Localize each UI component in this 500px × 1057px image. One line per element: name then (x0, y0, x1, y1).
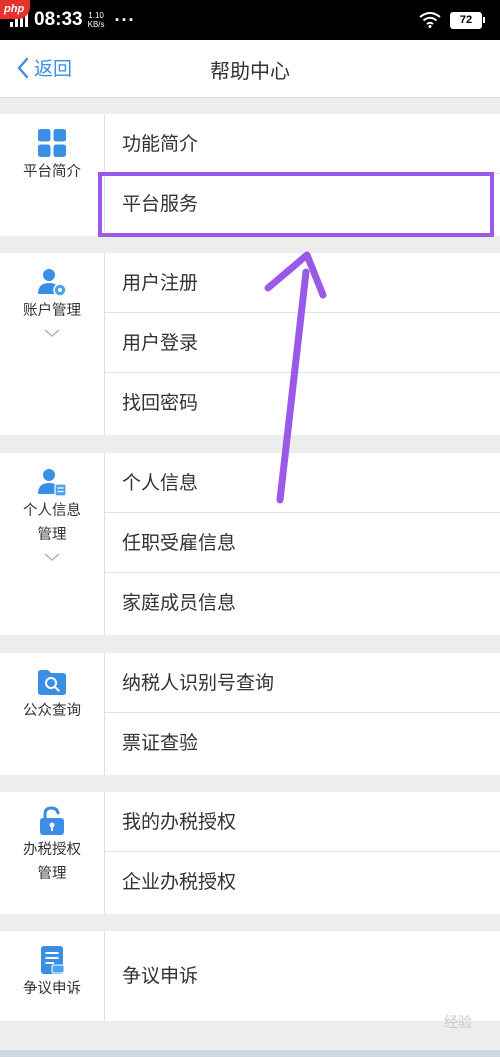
jingyan-watermark: 经验 (444, 1015, 472, 1031)
list-item-invoice-verify[interactable]: 票证查验 (105, 713, 500, 773)
status-right: 72 (419, 8, 485, 32)
item-list: 功能简介 平台服务 (105, 114, 500, 234)
group-account-management: 账户管理 用户注册 用户登录 找回密码 (0, 253, 500, 435)
list-item-feature-intro[interactable]: 功能简介 (105, 114, 500, 174)
group-dispute-appeal: 争议申诉 争议申诉 (0, 931, 500, 1021)
category-personal-info[interactable]: 个人信息 管理 (0, 453, 105, 635)
category-platform-intro[interactable]: 平台简介 (0, 114, 105, 236)
list-item-my-tax-authorization[interactable]: 我的办税授权 (105, 792, 500, 852)
group-platform-intro: 平台简介 功能简介 平台服务 (0, 114, 500, 236)
category-account-management[interactable]: 账户管理 (0, 253, 105, 435)
list-item-user-register[interactable]: 用户注册 (105, 253, 500, 313)
category-label-line: 个人信息 (23, 503, 81, 519)
next-group-peek (0, 1050, 500, 1057)
battery-indicator: 72 (450, 11, 485, 29)
list-item-family-members[interactable]: 家庭成员信息 (105, 573, 500, 633)
category-public-query[interactable]: 公众查询 (0, 653, 105, 775)
speed-value: 1.10 (88, 11, 104, 20)
category-label: 争议申诉 (23, 981, 81, 997)
chevron-down-icon[interactable] (43, 551, 61, 563)
list-item-taxpayer-id-query[interactable]: 纳税人识别号查询 (105, 653, 500, 713)
grid-icon (38, 129, 66, 157)
status-bar: 08:33 1.10 KB/s ··· 72 php (0, 0, 500, 40)
wifi-icon (419, 12, 441, 28)
item-list: 用户注册 用户登录 找回密码 (105, 253, 500, 433)
list-item-dispute-appeal[interactable]: 争议申诉 (105, 931, 500, 1021)
group-tax-authorization: 办税授权 管理 我的办税授权 企业办税授权 (0, 792, 500, 914)
search-folder-icon (38, 670, 66, 695)
more-notifications: ··· (114, 9, 136, 30)
item-list: 我的办税授权 企业办税授权 (105, 792, 500, 912)
speed-unit: KB/s (87, 20, 105, 29)
page-title: 帮助中心 (210, 59, 290, 83)
item-list: 纳税人识别号查询 票证查验 (105, 653, 500, 773)
category-label: 公众查询 (23, 703, 81, 719)
category-label: 办税授权 管理 (23, 838, 81, 886)
chevron-down-icon[interactable] (43, 327, 61, 339)
status-time: 08:33 (34, 9, 83, 30)
list-item-employment-info[interactable]: 任职受雇信息 (105, 513, 500, 573)
category-label: 个人信息 管理 (23, 499, 81, 547)
list-item-recover-password[interactable]: 找回密码 (105, 373, 500, 433)
category-dispute-appeal[interactable]: 争议申诉 (0, 931, 105, 1021)
network-speed: 1.10 KB/s (88, 11, 105, 29)
item-list: 争议申诉 (105, 931, 500, 1021)
unlock-icon (40, 806, 64, 835)
nav-bar: 返回 帮助中心 (0, 40, 500, 98)
document-icon (41, 946, 65, 974)
group-personal-info: 个人信息 管理 个人信息 任职受雇信息 家庭成员信息 (0, 453, 500, 635)
list-item-personal-info[interactable]: 个人信息 (105, 453, 500, 513)
php-watermark: php (0, 0, 31, 19)
list-item-platform-service[interactable]: 平台服务 (105, 174, 500, 234)
group-public-query: 公众查询 纳税人识别号查询 票证查验 (0, 653, 500, 775)
list-item-enterprise-tax-authorization[interactable]: 企业办税授权 (105, 852, 500, 912)
list-item-user-login[interactable]: 用户登录 (105, 313, 500, 373)
category-tax-authorization[interactable]: 办税授权 管理 (0, 792, 105, 914)
item-list: 个人信息 任职受雇信息 家庭成员信息 (105, 453, 500, 633)
category-label-line: 办税授权 (23, 842, 81, 858)
category-label: 账户管理 (23, 303, 81, 319)
category-label-line: 管理 (37, 527, 67, 543)
user-card-icon (38, 469, 67, 497)
user-settings-icon (38, 269, 67, 297)
category-label: 平台简介 (23, 164, 81, 180)
category-label-line: 管理 (37, 866, 67, 882)
